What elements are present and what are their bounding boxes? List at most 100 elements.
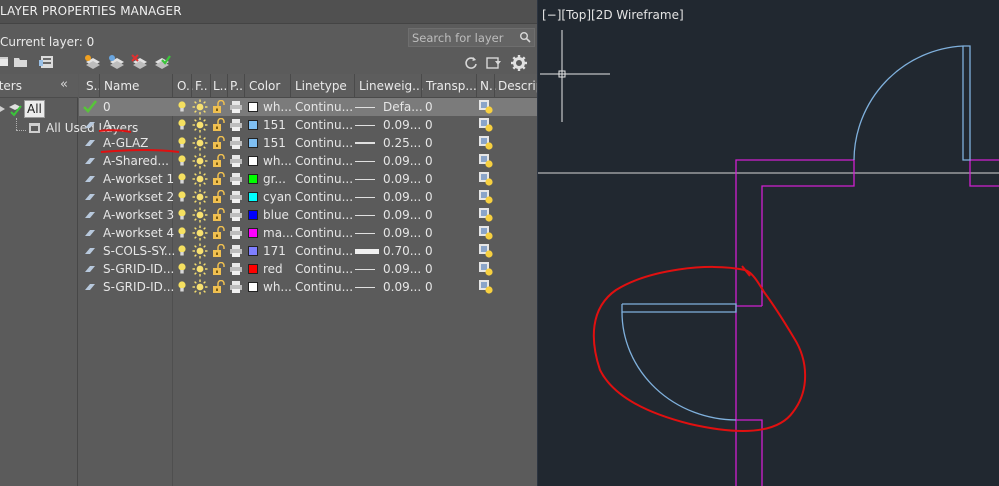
plot-printer-icon[interactable] [230, 172, 242, 186]
new-vp-freeze-icon[interactable] [478, 153, 494, 169]
color-swatch[interactable] [248, 210, 258, 220]
layer-name[interactable]: 0 [103, 100, 111, 114]
thaw-sun-icon[interactable] [192, 225, 208, 241]
on-bulb-icon[interactable] [177, 208, 187, 222]
layer-color-name[interactable]: wh... [263, 154, 292, 168]
layer-transparency[interactable]: 0 [425, 208, 433, 222]
layer-transparency[interactable]: 0 [425, 118, 433, 132]
unlock-icon[interactable] [212, 208, 226, 222]
plot-printer-icon[interactable] [230, 154, 242, 168]
color-swatch[interactable] [248, 138, 258, 148]
layer-linetype[interactable]: Continu... [295, 226, 353, 240]
new-group-filter-icon[interactable] [12, 54, 30, 70]
on-bulb-icon[interactable] [177, 100, 187, 114]
layer-lineweight[interactable]: 0.09... [383, 226, 421, 240]
plot-printer-icon[interactable] [230, 280, 242, 294]
layer-name[interactable]: S-COLS-SY... [103, 244, 175, 258]
layer-linetype[interactable]: Continu... [295, 280, 353, 294]
unlock-icon[interactable] [212, 244, 226, 258]
layer-color-name[interactable]: ma... [263, 226, 294, 240]
layer-transparency[interactable]: 0 [425, 226, 433, 240]
plot-printer-icon[interactable] [230, 208, 242, 222]
layer-color-name[interactable]: blue [263, 208, 289, 222]
layer-name[interactable]: A-workset 1 [103, 172, 174, 186]
thaw-sun-icon[interactable] [192, 207, 208, 223]
on-bulb-icon[interactable] [177, 190, 187, 204]
layer-transparency[interactable]: 0 [425, 136, 433, 150]
layer-lineweight[interactable]: 0.25... [383, 136, 421, 150]
unlock-icon[interactable] [212, 172, 226, 186]
new-vp-freeze-icon[interactable] [478, 135, 494, 151]
color-swatch[interactable] [248, 156, 258, 166]
filter-all[interactable]: All [24, 100, 45, 118]
layer-transparency[interactable]: 0 [425, 172, 433, 186]
color-swatch[interactable] [248, 264, 258, 274]
table-row[interactable]: S-COLS-SY... 171 Continu... 0.70... 0 [79, 242, 537, 260]
table-row[interactable]: S-GRID-ID... red Continu... 0.09... 0 [79, 260, 537, 278]
table-row[interactable]: A-workset 4 ma... Continu... 0.09... 0 [79, 224, 537, 242]
layer-linetype[interactable]: Continu... [295, 208, 353, 222]
plot-printer-icon[interactable] [230, 226, 242, 240]
layer-transparency[interactable]: 0 [425, 244, 433, 258]
on-bulb-icon[interactable] [177, 262, 187, 276]
layer-name[interactable]: A-workset 4 [103, 226, 174, 240]
new-vp-freeze-icon[interactable] [478, 225, 494, 241]
on-bulb-icon[interactable] [177, 172, 187, 186]
on-bulb-icon[interactable] [177, 280, 187, 294]
search-input[interactable] [412, 30, 516, 45]
layer-transparency[interactable]: 0 [425, 154, 433, 168]
layer-transparency[interactable]: 0 [425, 100, 433, 114]
thaw-sun-icon[interactable] [192, 189, 208, 205]
layer-linetype[interactable]: Continu... [295, 172, 353, 186]
layer-color-name[interactable]: red [263, 262, 283, 276]
drawing-canvas[interactable]: [−][Top][2D Wireframe] [537, 0, 999, 486]
on-bulb-icon[interactable] [177, 226, 187, 240]
layer-lineweight[interactable]: 0.09... [383, 280, 421, 294]
plot-printer-icon[interactable] [230, 118, 242, 132]
table-row[interactable]: A-workset 2 cyan Continu... 0.09... 0 [79, 188, 537, 206]
layer-lineweight[interactable]: 0.70... [383, 244, 421, 258]
layer-linetype[interactable]: Continu... [295, 136, 353, 150]
layer-lineweight[interactable]: 0.09... [383, 172, 421, 186]
layer-name[interactable]: S-GRID-ID... [103, 262, 174, 276]
col-lineweight[interactable]: Lineweig... [359, 79, 424, 93]
search-icon[interactable] [519, 31, 531, 43]
layer-linetype[interactable]: Continu... [295, 118, 353, 132]
table-row[interactable]: A-workset 3 blue Continu... 0.09... 0 [79, 206, 537, 224]
layer-color-name[interactable]: cyan [263, 190, 292, 204]
layer-lineweight[interactable]: 0.09... [383, 154, 421, 168]
plot-printer-icon[interactable] [230, 136, 242, 150]
unlock-icon[interactable] [212, 226, 226, 240]
col-plot[interactable]: P.. [230, 79, 243, 93]
layer-transparency[interactable]: 0 [425, 262, 433, 276]
plot-printer-icon[interactable] [230, 190, 242, 204]
refresh-icon[interactable] [464, 55, 478, 71]
col-description[interactable]: Descrip [498, 79, 537, 93]
layer-linetype[interactable]: Continu... [295, 262, 353, 276]
new-vp-freeze-icon[interactable] [478, 171, 494, 187]
layer-linetype[interactable]: Continu... [295, 154, 353, 168]
table-row[interactable]: S-GRID-ID... wh... Continu... 0.09... 0 [79, 278, 537, 296]
new-vp-freeze-icon[interactable] [478, 189, 494, 205]
new-vp-freeze-icon[interactable] [478, 261, 494, 277]
new-vp-freeze-icon[interactable] [478, 99, 494, 115]
col-linetype[interactable]: Linetype [295, 79, 347, 93]
thaw-sun-icon[interactable] [192, 279, 208, 295]
new-vp-freeze-icon[interactable] [478, 243, 494, 259]
layer-color-name[interactable]: 171 [263, 244, 286, 258]
layer-name[interactable]: A-workset 3 [103, 208, 174, 222]
new-vp-freeze-icon[interactable] [478, 279, 494, 295]
color-swatch[interactable] [248, 192, 258, 202]
unlock-icon[interactable] [212, 280, 226, 294]
color-swatch[interactable] [248, 174, 258, 184]
layer-lineweight[interactable]: 0.09... [383, 118, 421, 132]
plot-printer-icon[interactable] [230, 262, 242, 276]
plot-printer-icon[interactable] [230, 100, 242, 114]
layer-linetype[interactable]: Continu... [295, 244, 353, 258]
search-box[interactable] [408, 28, 535, 47]
col-transparency[interactable]: Transp... [426, 79, 477, 93]
col-color[interactable]: Color [249, 79, 280, 93]
layer-states-manager-icon[interactable] [38, 54, 56, 70]
thaw-sun-icon[interactable] [192, 261, 208, 277]
table-row[interactable]: A-workset 1 gr... Continu... 0.09... 0 [79, 170, 537, 188]
